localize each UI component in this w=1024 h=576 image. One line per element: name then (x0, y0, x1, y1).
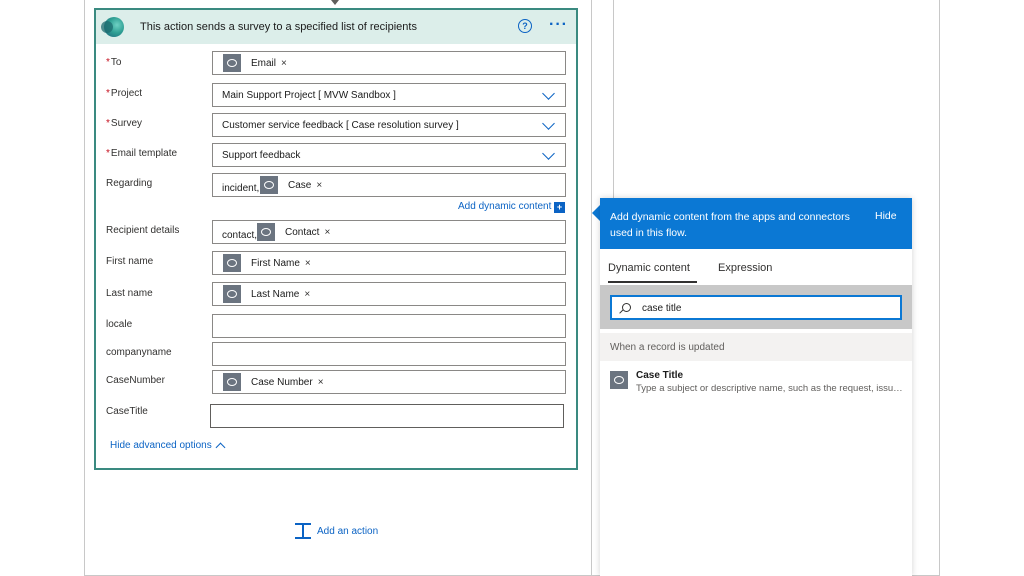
last-name-field[interactable]: Last Name × (212, 282, 566, 306)
add-dynamic-content-link[interactable]: Add dynamic content (458, 201, 551, 212)
search-box[interactable] (610, 295, 902, 320)
chevron-down-icon[interactable] (542, 117, 555, 130)
recipient-details-field[interactable]: contact, Contact × (212, 220, 566, 244)
survey-dropdown[interactable]: Customer service feedback [ Case resolut… (212, 113, 566, 137)
card-header[interactable]: This action sends a survey to a specifie… (96, 10, 576, 44)
project-label: *Project (106, 88, 143, 99)
dataverse-icon (257, 223, 275, 241)
to-field[interactable]: Email × (212, 51, 566, 75)
project-dropdown[interactable]: Main Support Project [ MVW Sandbox ] (212, 83, 566, 107)
case-number-token[interactable]: Case Number × (223, 373, 324, 391)
remove-token-icon[interactable]: × (318, 377, 324, 388)
dataverse-icon (610, 371, 628, 389)
required-marker: * (106, 57, 110, 68)
companyname-field[interactable] (212, 342, 566, 366)
card-title: This action sends a survey to a specifie… (140, 21, 417, 33)
last-name-token[interactable]: Last Name × (223, 285, 310, 303)
add-dynamic-content-icon[interactable]: + (554, 202, 565, 213)
casenumber-label: CaseNumber (106, 375, 165, 386)
search-input[interactable] (642, 301, 882, 315)
search-area (600, 285, 912, 329)
dataverse-icon (223, 54, 241, 72)
regarding-field[interactable]: incident, Case × (212, 173, 566, 197)
last-name-label: Last name (106, 288, 153, 299)
remove-token-icon[interactable]: × (316, 180, 322, 191)
add-action-icon (294, 522, 312, 540)
dataverse-icon (223, 373, 241, 391)
hide-flyout-button[interactable]: Hide (875, 210, 897, 222)
required-marker: * (106, 118, 110, 129)
hide-advanced-options-link[interactable]: Hide advanced options (110, 440, 212, 451)
tab-dynamic-content[interactable]: Dynamic content (608, 262, 690, 274)
survey-value: Customer service feedback [ Case resolut… (222, 120, 459, 131)
dynamic-content-item[interactable]: Case Title Type a subject or descriptive… (600, 365, 912, 401)
companyname-label: companyname (106, 347, 172, 358)
flyout-header: Add dynamic content from the apps and co… (600, 198, 912, 249)
add-an-action-button[interactable]: Add an action (294, 522, 378, 540)
required-marker: * (106, 148, 110, 159)
connector-arrow-icon (331, 0, 339, 5)
project-value: Main Support Project [ MVW Sandbox ] (222, 90, 396, 101)
flyout-pointer (592, 205, 600, 221)
remove-token-icon[interactable]: × (305, 258, 311, 269)
contact-token[interactable]: Contact × (257, 223, 330, 241)
casenumber-field[interactable]: Case Number × (212, 370, 566, 394)
chevron-down-icon[interactable] (542, 147, 555, 160)
email-template-value: Support feedback (222, 150, 301, 161)
survey-label: *Survey (106, 118, 143, 129)
section-label: When a record is updated (610, 342, 725, 353)
first-name-label: First name (106, 256, 154, 267)
regarding-label: Regarding (106, 178, 153, 189)
search-icon (622, 303, 631, 312)
to-label: *To (106, 57, 122, 68)
email-template-dropdown[interactable]: Support feedback (212, 143, 566, 167)
more-options-icon[interactable]: ··· (549, 16, 568, 34)
email-token[interactable]: Email × (223, 54, 287, 72)
remove-token-icon[interactable]: × (304, 289, 310, 300)
casetitle-label: CaseTitle (106, 406, 148, 417)
help-icon[interactable]: ? (518, 19, 532, 33)
email-template-label: *Email template (106, 148, 178, 159)
flyout-header-text: Add dynamic content from the apps and co… (610, 211, 850, 239)
first-name-token[interactable]: First Name × (223, 254, 311, 272)
remove-token-icon[interactable]: × (324, 227, 330, 238)
locale-label: locale (106, 319, 133, 330)
tab-expression[interactable]: Expression (718, 262, 772, 274)
required-marker: * (106, 88, 110, 99)
regarding-prefix: incident, (222, 183, 260, 194)
item-title: Case Title (636, 370, 684, 381)
active-tab-indicator (608, 281, 697, 283)
item-description: Type a subject or descriptive name, such… (636, 383, 904, 394)
first-name-field[interactable]: First Name × (212, 251, 566, 275)
casetitle-field[interactable] (210, 404, 564, 428)
recipient-prefix: contact, (222, 230, 258, 241)
dynamic-content-flyout: Add dynamic content from the apps and co… (600, 198, 912, 576)
customer-voice-logo-icon (101, 17, 124, 37)
dataverse-icon (223, 285, 241, 303)
send-survey-action-card: This action sends a survey to a specifie… (94, 8, 578, 470)
chevron-down-icon[interactable] (542, 87, 555, 100)
dataverse-icon (223, 254, 241, 272)
case-token[interactable]: Case × (260, 176, 322, 194)
locale-field[interactable] (212, 314, 566, 338)
dataverse-icon (260, 176, 278, 194)
chevron-up-icon[interactable] (215, 442, 226, 453)
section-header: When a record is updated (600, 333, 912, 361)
remove-token-icon[interactable]: × (281, 58, 287, 69)
recipient-details-label: Recipient details (106, 225, 180, 236)
